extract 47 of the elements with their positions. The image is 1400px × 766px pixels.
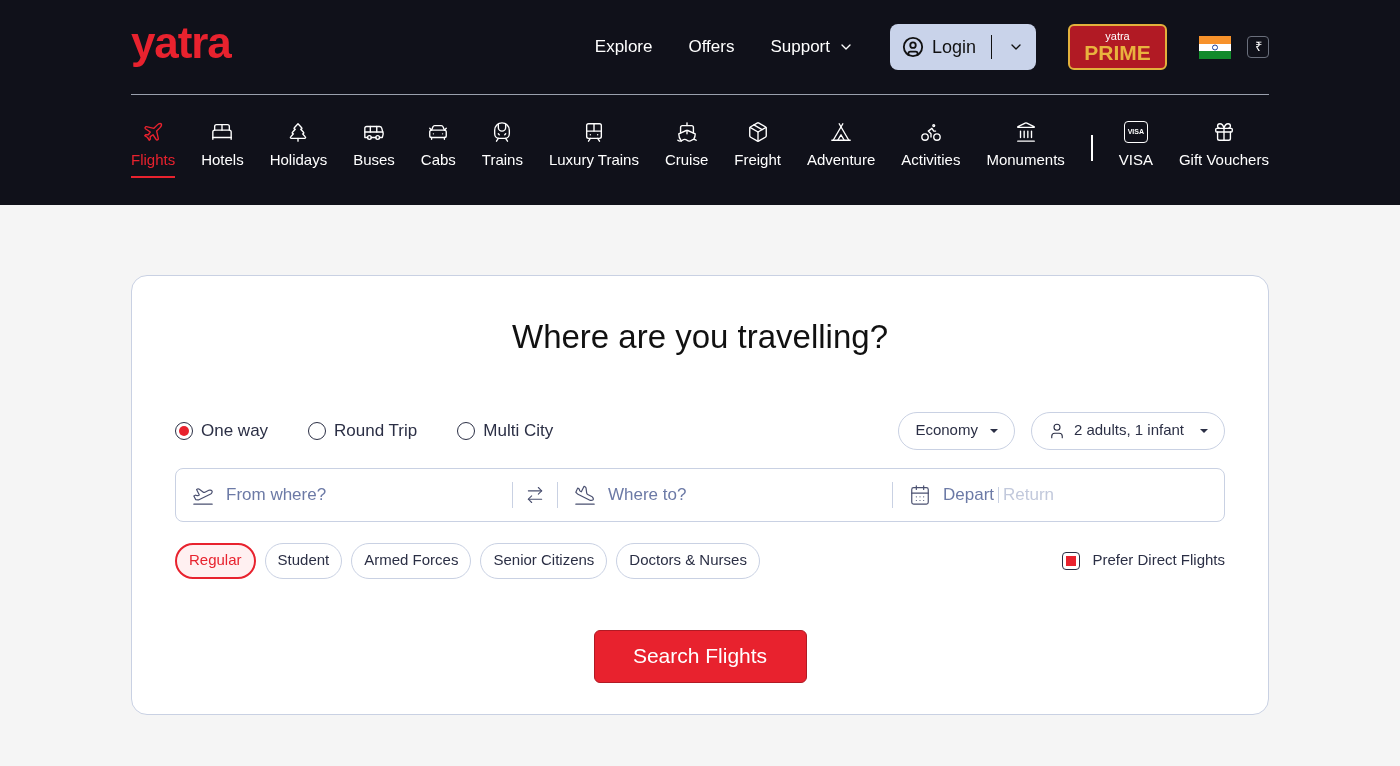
direct-flights-checkbox[interactable]: Prefer Direct Flights (1062, 549, 1225, 572)
search-flights-button[interactable]: Search Flights (593, 629, 807, 683)
gift-icon (1212, 121, 1235, 143)
category-tab[interactable]: Freight (734, 121, 781, 178)
trip-type-radio[interactable]: Multi City (457, 417, 554, 444)
caret-icon (1200, 428, 1208, 433)
category-icon (211, 121, 234, 143)
category-tab[interactable]: Flights (131, 121, 176, 178)
category-tab[interactable]: Hotels (201, 121, 244, 178)
category-tab[interactable]: Gift Vouchers (1178, 121, 1269, 178)
category-icon (919, 121, 942, 143)
category-tab[interactable]: Trains (481, 121, 523, 178)
search-title: Where are you travelling? (511, 317, 889, 357)
category-icon (675, 121, 698, 143)
fare-type-chip[interactable]: Regular (175, 542, 256, 579)
category-tab[interactable]: Activities (901, 121, 961, 178)
category-tab[interactable]: Cruise (664, 121, 709, 178)
category-icon (142, 121, 165, 143)
prime-badge[interactable]: yatra PRIME (1068, 24, 1167, 70)
caret-icon (989, 428, 998, 433)
to-field[interactable]: Where to? (608, 481, 892, 508)
category-icon (1014, 121, 1037, 143)
currency-button[interactable]: ₹ (1247, 36, 1269, 58)
nav-link[interactable]: Support (770, 34, 854, 60)
category-tab[interactable]: Adventure (806, 121, 876, 178)
nav-link[interactable]: Offers (688, 34, 735, 60)
swap-icon[interactable] (525, 484, 545, 505)
trip-type-radio[interactable]: Round Trip (308, 417, 418, 444)
category-icon (830, 121, 853, 143)
category-tab[interactable]: Buses (353, 121, 395, 178)
category-tab[interactable]: Cabs (420, 121, 456, 178)
logo[interactable]: yatra (131, 21, 231, 65)
return-label: Return (1003, 483, 1055, 506)
landing-icon (574, 483, 596, 506)
calendar-icon (909, 483, 931, 506)
date-field[interactable]: Depart Return (893, 481, 1055, 508)
from-field[interactable]: From where? (226, 481, 512, 508)
trip-type-radio[interactable]: One way (175, 417, 269, 444)
flag-icon[interactable] (1199, 35, 1231, 59)
category-tab[interactable]: Monuments (986, 121, 1065, 178)
login-button[interactable]: Login (890, 24, 1036, 70)
user-icon (902, 36, 924, 58)
nav-link[interactable]: Explore (594, 34, 653, 60)
depart-label: Depart (943, 483, 995, 506)
category-tab[interactable]: Luxury Trains (548, 121, 639, 178)
category-tab[interactable]: Holidays (269, 121, 328, 178)
category-icon (746, 121, 769, 143)
